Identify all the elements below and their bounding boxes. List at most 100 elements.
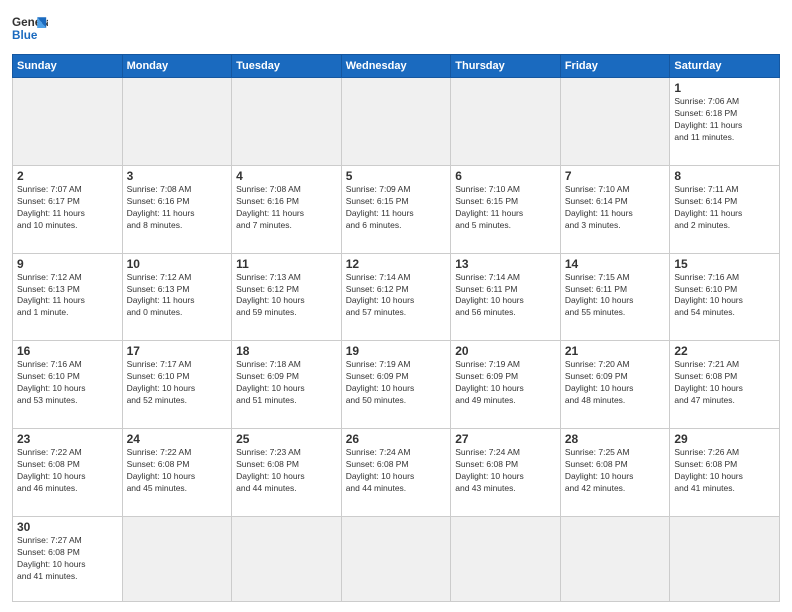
day-info: Sunrise: 7:14 AM Sunset: 6:11 PM Dayligh… [455, 272, 556, 320]
day-info: Sunrise: 7:20 AM Sunset: 6:09 PM Dayligh… [565, 359, 666, 407]
day-number: 14 [565, 257, 666, 271]
calendar-cell [560, 78, 670, 166]
calendar-cell: 19Sunrise: 7:19 AM Sunset: 6:09 PM Dayli… [341, 341, 451, 429]
day-number: 22 [674, 344, 775, 358]
logo: General Blue [12, 10, 48, 46]
calendar-week-row: 1Sunrise: 7:06 AM Sunset: 6:18 PM Daylig… [13, 78, 780, 166]
calendar-cell: 9Sunrise: 7:12 AM Sunset: 6:13 PM Daylig… [13, 253, 123, 341]
day-info: Sunrise: 7:26 AM Sunset: 6:08 PM Dayligh… [674, 447, 775, 495]
calendar-cell [122, 78, 232, 166]
day-number: 1 [674, 81, 775, 95]
day-number: 19 [346, 344, 447, 358]
calendar-cell: 18Sunrise: 7:18 AM Sunset: 6:09 PM Dayli… [232, 341, 342, 429]
day-number: 15 [674, 257, 775, 271]
calendar-cell: 8Sunrise: 7:11 AM Sunset: 6:14 PM Daylig… [670, 165, 780, 253]
calendar-cell [670, 517, 780, 602]
day-info: Sunrise: 7:10 AM Sunset: 6:15 PM Dayligh… [455, 184, 556, 232]
day-number: 13 [455, 257, 556, 271]
day-info: Sunrise: 7:21 AM Sunset: 6:08 PM Dayligh… [674, 359, 775, 407]
day-number: 26 [346, 432, 447, 446]
calendar-cell: 11Sunrise: 7:13 AM Sunset: 6:12 PM Dayli… [232, 253, 342, 341]
day-info: Sunrise: 7:25 AM Sunset: 6:08 PM Dayligh… [565, 447, 666, 495]
calendar-cell: 12Sunrise: 7:14 AM Sunset: 6:12 PM Dayli… [341, 253, 451, 341]
day-of-week-header: Monday [122, 55, 232, 78]
calendar-week-row: 30Sunrise: 7:27 AM Sunset: 6:08 PM Dayli… [13, 517, 780, 602]
calendar-cell: 17Sunrise: 7:17 AM Sunset: 6:10 PM Dayli… [122, 341, 232, 429]
calendar-cell: 13Sunrise: 7:14 AM Sunset: 6:11 PM Dayli… [451, 253, 561, 341]
header: General Blue [12, 10, 780, 46]
calendar-cell: 5Sunrise: 7:09 AM Sunset: 6:15 PM Daylig… [341, 165, 451, 253]
day-number: 17 [127, 344, 228, 358]
calendar-table: SundayMondayTuesdayWednesdayThursdayFrid… [12, 54, 780, 602]
day-info: Sunrise: 7:08 AM Sunset: 6:16 PM Dayligh… [236, 184, 337, 232]
day-info: Sunrise: 7:13 AM Sunset: 6:12 PM Dayligh… [236, 272, 337, 320]
day-number: 21 [565, 344, 666, 358]
calendar-cell [451, 517, 561, 602]
calendar-cell: 26Sunrise: 7:24 AM Sunset: 6:08 PM Dayli… [341, 429, 451, 517]
day-of-week-header: Tuesday [232, 55, 342, 78]
calendar-cell: 20Sunrise: 7:19 AM Sunset: 6:09 PM Dayli… [451, 341, 561, 429]
calendar-cell: 27Sunrise: 7:24 AM Sunset: 6:08 PM Dayli… [451, 429, 561, 517]
calendar-cell [232, 78, 342, 166]
day-info: Sunrise: 7:14 AM Sunset: 6:12 PM Dayligh… [346, 272, 447, 320]
day-info: Sunrise: 7:24 AM Sunset: 6:08 PM Dayligh… [346, 447, 447, 495]
calendar-week-row: 2Sunrise: 7:07 AM Sunset: 6:17 PM Daylig… [13, 165, 780, 253]
calendar-week-row: 16Sunrise: 7:16 AM Sunset: 6:10 PM Dayli… [13, 341, 780, 429]
day-info: Sunrise: 7:17 AM Sunset: 6:10 PM Dayligh… [127, 359, 228, 407]
day-info: Sunrise: 7:08 AM Sunset: 6:16 PM Dayligh… [127, 184, 228, 232]
day-info: Sunrise: 7:22 AM Sunset: 6:08 PM Dayligh… [127, 447, 228, 495]
page: General Blue SundayMondayTuesdayWednesda… [0, 0, 792, 612]
calendar-header-row: SundayMondayTuesdayWednesdayThursdayFrid… [13, 55, 780, 78]
day-number: 28 [565, 432, 666, 446]
calendar-cell: 6Sunrise: 7:10 AM Sunset: 6:15 PM Daylig… [451, 165, 561, 253]
day-number: 20 [455, 344, 556, 358]
day-number: 27 [455, 432, 556, 446]
calendar-cell: 23Sunrise: 7:22 AM Sunset: 6:08 PM Dayli… [13, 429, 123, 517]
day-number: 18 [236, 344, 337, 358]
calendar-cell: 21Sunrise: 7:20 AM Sunset: 6:09 PM Dayli… [560, 341, 670, 429]
day-info: Sunrise: 7:18 AM Sunset: 6:09 PM Dayligh… [236, 359, 337, 407]
day-info: Sunrise: 7:09 AM Sunset: 6:15 PM Dayligh… [346, 184, 447, 232]
day-of-week-header: Friday [560, 55, 670, 78]
day-info: Sunrise: 7:15 AM Sunset: 6:11 PM Dayligh… [565, 272, 666, 320]
logo-icon: General Blue [12, 10, 48, 46]
calendar-cell: 2Sunrise: 7:07 AM Sunset: 6:17 PM Daylig… [13, 165, 123, 253]
calendar-week-row: 23Sunrise: 7:22 AM Sunset: 6:08 PM Dayli… [13, 429, 780, 517]
day-number: 7 [565, 169, 666, 183]
day-number: 25 [236, 432, 337, 446]
day-of-week-header: Sunday [13, 55, 123, 78]
calendar-cell: 25Sunrise: 7:23 AM Sunset: 6:08 PM Dayli… [232, 429, 342, 517]
day-info: Sunrise: 7:10 AM Sunset: 6:14 PM Dayligh… [565, 184, 666, 232]
calendar-cell: 7Sunrise: 7:10 AM Sunset: 6:14 PM Daylig… [560, 165, 670, 253]
day-info: Sunrise: 7:19 AM Sunset: 6:09 PM Dayligh… [346, 359, 447, 407]
day-info: Sunrise: 7:27 AM Sunset: 6:08 PM Dayligh… [17, 535, 118, 583]
calendar-cell [560, 517, 670, 602]
day-number: 24 [127, 432, 228, 446]
day-of-week-header: Saturday [670, 55, 780, 78]
day-info: Sunrise: 7:06 AM Sunset: 6:18 PM Dayligh… [674, 96, 775, 144]
day-of-week-header: Thursday [451, 55, 561, 78]
calendar-cell: 4Sunrise: 7:08 AM Sunset: 6:16 PM Daylig… [232, 165, 342, 253]
day-number: 2 [17, 169, 118, 183]
calendar-cell: 1Sunrise: 7:06 AM Sunset: 6:18 PM Daylig… [670, 78, 780, 166]
day-number: 9 [17, 257, 118, 271]
day-number: 3 [127, 169, 228, 183]
calendar-cell [341, 517, 451, 602]
day-number: 6 [455, 169, 556, 183]
day-info: Sunrise: 7:12 AM Sunset: 6:13 PM Dayligh… [127, 272, 228, 320]
calendar-cell: 22Sunrise: 7:21 AM Sunset: 6:08 PM Dayli… [670, 341, 780, 429]
calendar-cell: 24Sunrise: 7:22 AM Sunset: 6:08 PM Dayli… [122, 429, 232, 517]
day-info: Sunrise: 7:12 AM Sunset: 6:13 PM Dayligh… [17, 272, 118, 320]
day-info: Sunrise: 7:16 AM Sunset: 6:10 PM Dayligh… [17, 359, 118, 407]
day-number: 23 [17, 432, 118, 446]
day-number: 10 [127, 257, 228, 271]
day-number: 16 [17, 344, 118, 358]
calendar-cell: 16Sunrise: 7:16 AM Sunset: 6:10 PM Dayli… [13, 341, 123, 429]
calendar-cell: 29Sunrise: 7:26 AM Sunset: 6:08 PM Dayli… [670, 429, 780, 517]
day-number: 11 [236, 257, 337, 271]
calendar-cell [451, 78, 561, 166]
calendar-week-row: 9Sunrise: 7:12 AM Sunset: 6:13 PM Daylig… [13, 253, 780, 341]
day-number: 4 [236, 169, 337, 183]
day-info: Sunrise: 7:22 AM Sunset: 6:08 PM Dayligh… [17, 447, 118, 495]
day-info: Sunrise: 7:24 AM Sunset: 6:08 PM Dayligh… [455, 447, 556, 495]
